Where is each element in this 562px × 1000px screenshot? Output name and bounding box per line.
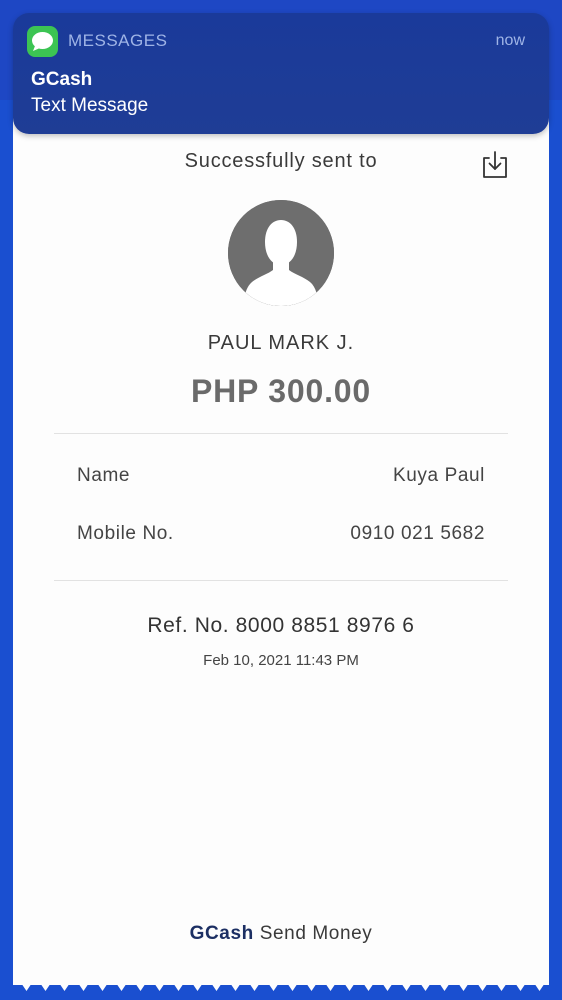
footer-label: GCash Send Money — [0, 923, 562, 945]
detail-label-mobile: Mobile No. — [77, 523, 174, 544]
receipt-zigzag-edge — [13, 975, 549, 991]
divider — [54, 580, 508, 581]
notification-app-name: MESSAGES — [68, 31, 168, 50]
divider — [54, 433, 508, 434]
notification-title: GCash — [31, 69, 93, 90]
detail-label-name: Name — [77, 465, 131, 486]
person-silhouette-icon — [228, 200, 334, 306]
reference-number: Ref. No. 8000 8851 8976 6 — [147, 614, 415, 637]
footer-brand: GCash — [189, 923, 254, 944]
footer-text: Send Money — [253, 923, 373, 944]
notification-body: Text Message — [31, 95, 149, 116]
amount-sent: PHP 300.00 — [191, 373, 371, 409]
recipient-name: PAUL MARK J. — [207, 332, 355, 354]
transaction-datetime: Feb 10, 2021 11:43 PM — [203, 652, 359, 669]
detail-value-mobile: 0910 021 5682 — [350, 523, 485, 544]
detail-value-name: Kuya Paul — [392, 465, 485, 486]
download-button[interactable] — [479, 149, 511, 181]
notification-time: now — [495, 32, 525, 49]
download-icon — [483, 151, 507, 178]
messages-icon — [27, 26, 58, 57]
sent-to-heading: Successfully sent to — [184, 150, 378, 172]
sms-notification[interactable]: MESSAGES now GCash Text Message — [13, 13, 549, 134]
recipient-avatar — [228, 200, 334, 306]
